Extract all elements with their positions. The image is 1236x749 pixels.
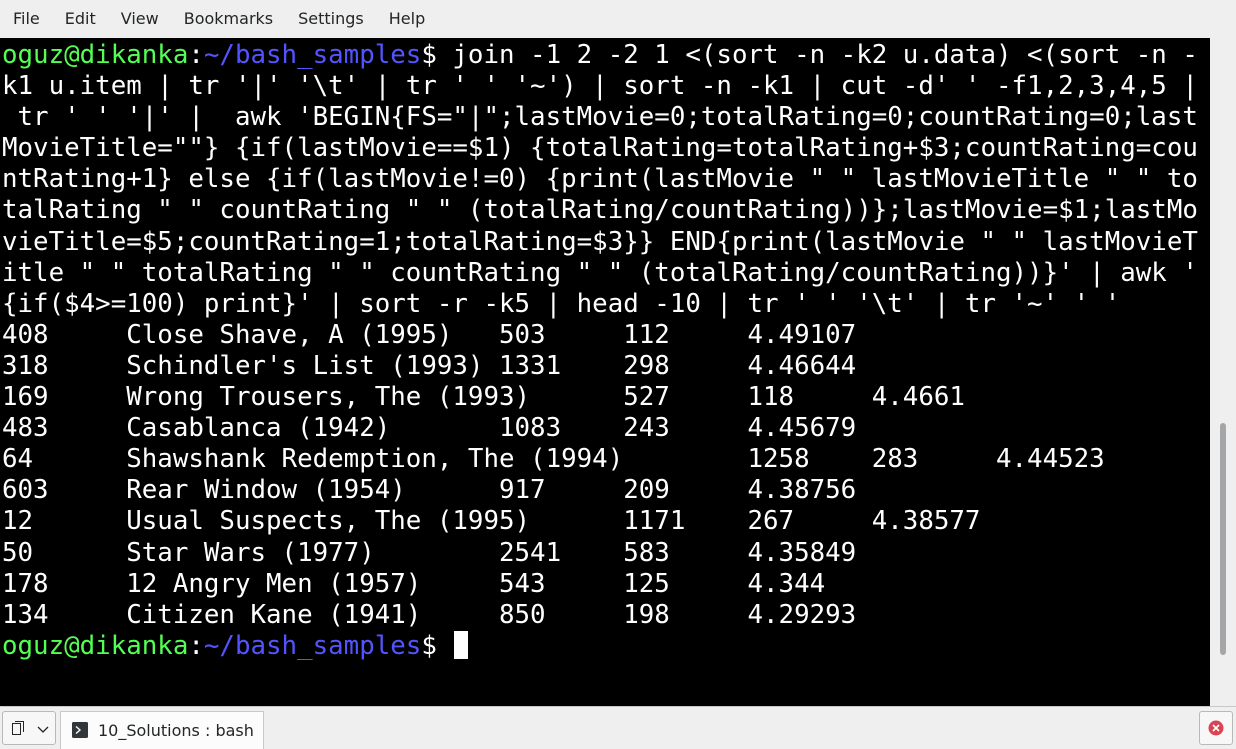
output-row: 50 Star Wars (1977) 2541 583 4.35849 [2,537,857,568]
prompt-colon: : [188,630,204,661]
command-text: join -1 2 -2 1 <(sort -n -k2 u.data) <(s… [452,40,1198,70]
output-row: 134 Citizen Kane (1941) 850 198 4.29293 [2,599,857,630]
scrollbar-thumb[interactable] [1220,423,1226,655]
output-row: 12 Usual Suspects, The (1995) 1171 267 4… [2,506,981,537]
command-line: k1 u.item | tr '|' '\t' | tr ' ' '~') | … [2,71,1198,102]
new-tab-button[interactable] [2,711,56,745]
terminal-icon [72,722,88,738]
tab-bar: 10_Solutions : bash [0,706,1236,749]
command-line: talRating " " countRating " " (totalRati… [2,195,1198,226]
command-line: {if($4>=100) print}' | sort -r -k5 | hea… [2,288,1121,319]
menu-edit[interactable]: Edit [52,0,108,38]
menu-view[interactable]: View [108,0,171,38]
terminal-output: oguz@dikanka:~/bash_samples$ join -1 2 -… [2,40,1198,662]
prompt-path: ~/bash_samples [203,40,422,70]
prompt-symbol: $ [421,40,453,70]
prompt-user-host: oguz@dikanka [2,630,189,661]
prompt-path: ~/bash_samples [203,630,422,661]
output-row: 408 Close Shave, A (1995) 503 112 4.4910… [2,319,857,350]
text-cursor [454,630,469,659]
menu-bookmarks[interactable]: Bookmarks [171,0,285,38]
scrollbar[interactable] [1210,38,1236,706]
menu-bar: File Edit View Bookmarks Settings Help [0,0,1236,38]
current-prompt-line: oguz@dikanka:~/bash_samples$ [2,630,1198,662]
output-row: 318 Schindler's List (1993) 1331 298 4.4… [2,350,857,381]
menu-help[interactable]: Help [376,0,437,38]
menu-file[interactable]: File [0,0,52,38]
command-line: vieTitle=$5;countRating=1;totalRating=$3… [2,226,1198,257]
command-line: itle " " totalRating " " countRating " "… [2,257,1198,288]
output-row: 603 Rear Window (1954) 917 209 4.38756 [2,475,857,506]
output-row: 483 Casablanca (1942) 1083 243 4.45679 [2,413,857,444]
command-line: ntRating+1} else {if(lastMovie!=0) {prin… [2,164,1198,195]
output-row: 169 Wrong Trousers, The (1993) 527 118 4… [2,382,965,413]
tab-label: 10_Solutions : bash [98,721,254,740]
chevron-down-icon [37,726,49,733]
prompt-symbol: $ [421,630,453,661]
prompt-colon: : [188,40,204,70]
output-row: 178 12 Angry Men (1957) 543 125 4.344 [2,568,826,599]
menu-settings[interactable]: Settings [285,0,376,38]
tab-session[interactable]: 10_Solutions : bash [60,711,264,749]
command-line: MovieTitle=""} {if(lastMovie==$1) {total… [2,133,1198,164]
prompt-user-host: oguz@dikanka [2,40,189,70]
close-tab-button[interactable] [1199,711,1233,745]
command-prompt-line: oguz@dikanka:~/bash_samples$ join -1 2 -… [2,40,1198,71]
terminal-view[interactable]: oguz@dikanka:~/bash_samples$ join -1 2 -… [0,38,1210,706]
close-icon [1208,720,1224,736]
new-tab-icon [12,721,24,735]
output-row: 64 Shawshank Redemption, The (1994) 1258… [2,444,1105,475]
command-line: tr ' ' '|' | awk 'BEGIN{FS="|";lastMovie… [2,102,1198,133]
